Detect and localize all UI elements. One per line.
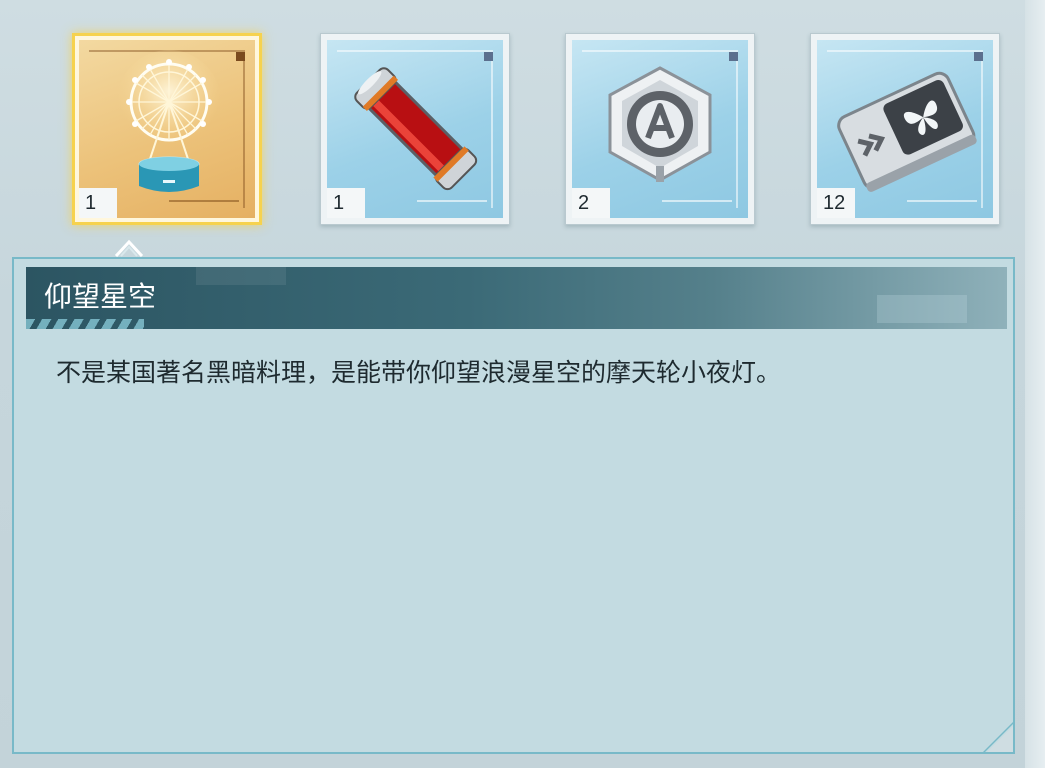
slot-background: 1 xyxy=(79,40,255,218)
item-count: 2 xyxy=(572,188,610,218)
title-decor xyxy=(196,267,286,285)
item-count: 1 xyxy=(327,188,365,218)
slot-background: 2 xyxy=(572,40,748,218)
item-count: 1 xyxy=(79,188,117,218)
item-slot-1[interactable]: 1 xyxy=(72,33,262,225)
panel-corner-cut xyxy=(983,722,1013,752)
item-description: 不是某国著名黑暗料理，是能带你仰望浪漫星空的摩天轮小夜灯。 xyxy=(56,358,782,387)
slot-background: 1 xyxy=(327,40,503,218)
title-decor xyxy=(877,295,967,323)
item-title: 仰望星空 xyxy=(44,280,157,313)
item-count: 12 xyxy=(817,188,855,218)
item-slot-3[interactable]: 2 xyxy=(565,33,755,225)
title-bar: 仰望星空 xyxy=(26,267,1007,329)
background-edge xyxy=(1025,0,1045,768)
item-slot-4[interactable]: 12 xyxy=(810,33,1000,225)
title-stripe xyxy=(26,319,144,329)
selection-pointer-icon xyxy=(114,239,144,258)
slot-background: 12 xyxy=(817,40,993,218)
item-detail-panel: 仰望星空 不是某国著名黑暗料理，是能带你仰望浪漫星空的摩天轮小夜灯。 xyxy=(12,257,1015,754)
item-slot-2[interactable]: 1 xyxy=(320,33,510,225)
